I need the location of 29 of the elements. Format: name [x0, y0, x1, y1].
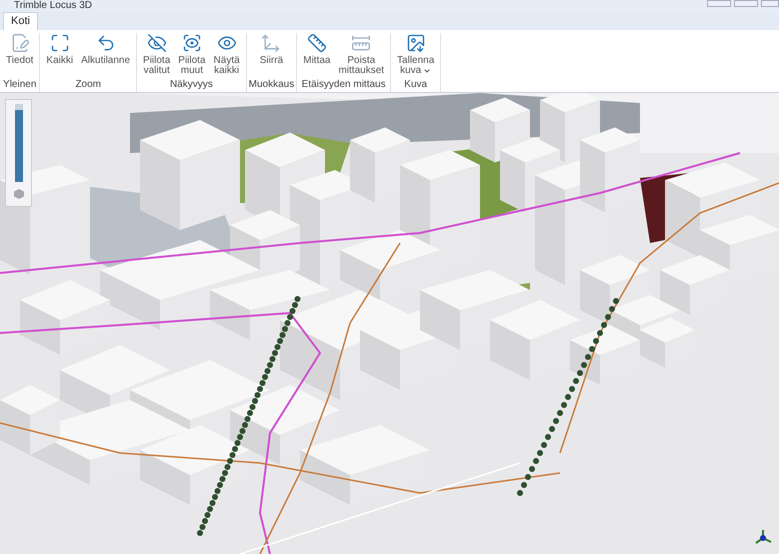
group-label: Kuva [404, 79, 428, 92]
close-button[interactable] [761, 0, 779, 7]
restore-button[interactable] [734, 0, 758, 7]
ribbon-button[interactable]: Mittaa [299, 33, 334, 79]
axes-icon [261, 33, 282, 53]
ruler-icon [306, 33, 327, 53]
eye-off-icon [146, 33, 167, 53]
cube-icon [12, 188, 24, 200]
fit-all-icon [50, 33, 70, 53]
undo-icon [96, 33, 116, 53]
window-title: Trimble Locus 3D [14, 0, 92, 11]
eye-frame-icon [182, 33, 202, 53]
ribbon-button[interactable]: Alkutilanne [77, 33, 134, 79]
group-label: Zoom [75, 79, 101, 92]
ribbon-tab[interactable]: Koti [3, 12, 38, 30]
ribbon-button[interactable]: Piilota valitut [139, 33, 174, 79]
ribbon-button[interactable]: Piilota muut [174, 33, 210, 79]
group-label: Yleinen [3, 79, 36, 92]
signature-icon [10, 33, 30, 53]
image-save-icon [406, 33, 426, 53]
group-label: Näkyvyys [170, 79, 213, 92]
minimize-button[interactable] [707, 0, 731, 7]
ribbon-button[interactable]: Kaikki [42, 33, 78, 79]
zoom-slider[interactable] [5, 99, 32, 207]
ribbon-button[interactable]: Näytä kaikki [210, 33, 244, 79]
ribbon-button[interactable]: Tallenna kuva [393, 33, 438, 79]
ruler-icon [351, 33, 372, 53]
group-label: Etäisyyden mittaus [302, 79, 386, 92]
group-label: Muokkaus [248, 79, 294, 92]
